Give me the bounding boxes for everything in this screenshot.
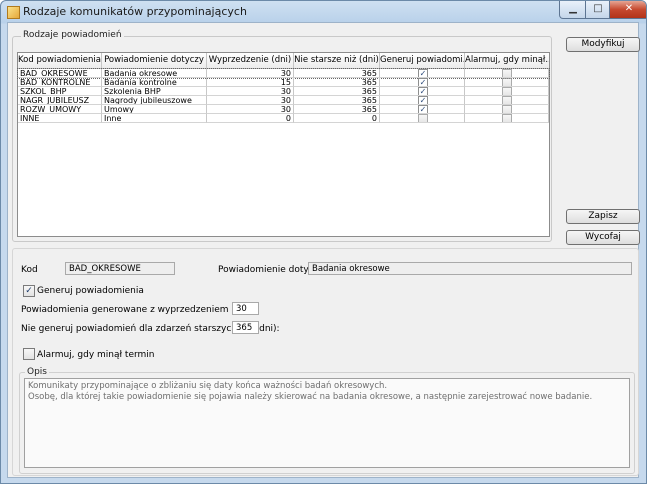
alarm-checkbox-cell[interactable] [502, 78, 512, 86]
cell-advance[interactable]: 15 [207, 78, 294, 87]
cell-advance[interactable]: 0 [207, 114, 294, 123]
cell-max-age[interactable]: 365 [294, 96, 380, 105]
window-title: Rodzaje komunikatów przypominających [23, 5, 247, 18]
advance-label: Powiadomienia generowane z wyprzedzeniem… [21, 305, 256, 315]
cell-code[interactable]: BAD_OKRESOWE [18, 69, 102, 78]
column-header-subject[interactable]: Powiadomienie dotyczy [102, 53, 207, 68]
column-header-alarm[interactable]: Alarmuj, gdy minął... [465, 53, 549, 68]
cell-advance[interactable]: 30 [207, 87, 294, 96]
cell-generate[interactable]: ✓ [380, 87, 465, 96]
cell-max-age[interactable]: 365 [294, 87, 380, 96]
cell-code[interactable]: INNE [18, 114, 102, 123]
close-button[interactable]: ✕ [609, 1, 646, 19]
cell-subject[interactable]: Badania kontrolne [102, 78, 207, 87]
table-row[interactable]: ROZW_UMOWY Umowy 30 365 ✓ [18, 105, 549, 114]
cell-max-age[interactable]: 365 [294, 105, 380, 114]
alarm-checkbox-cell[interactable] [502, 87, 512, 95]
cell-generate[interactable]: ✓ [380, 78, 465, 87]
column-header-max-age[interactable]: Nie starsze niż (dni) [294, 53, 380, 68]
description-line-1: Komunikaty przypominające o zbliżaniu si… [28, 381, 388, 391]
cell-alarm[interactable] [465, 87, 549, 96]
table-row[interactable]: INNE Inne 0 0 [18, 114, 549, 123]
cell-code[interactable]: ROZW_UMOWY [18, 105, 102, 114]
description-title: Opis [25, 367, 49, 377]
cell-alarm[interactable] [465, 105, 549, 114]
cell-generate[interactable]: ✓ [380, 69, 465, 78]
minimize-button[interactable]: ▁ [559, 1, 587, 19]
cell-advance[interactable]: 30 [207, 105, 294, 114]
cell-generate[interactable] [380, 114, 465, 123]
app-icon [7, 6, 20, 19]
cell-subject[interactable]: Badania okresowe [102, 69, 207, 78]
code-field[interactable]: BAD_OKRESOWE [65, 262, 175, 275]
cell-subject[interactable]: Nagrody jubileuszowe [102, 96, 207, 105]
modify-button[interactable]: Modyfikuj [566, 37, 640, 52]
group-title: Rodzaje powiadomień [21, 30, 124, 40]
table-row[interactable]: BAD_KONTROLNE Badania kontrolne 15 365 ✓ [18, 78, 549, 87]
cell-generate[interactable]: ✓ [380, 96, 465, 105]
alarm-checkbox[interactable] [23, 348, 35, 360]
column-header-code[interactable]: Kod powiadomienia [18, 53, 102, 68]
generate-label: Generuj powiadomienia [37, 286, 144, 296]
table-row[interactable]: NAGR_JUBILEUSZ Nagrody jubileuszowe 30 365 ✓ [18, 96, 549, 105]
cell-subject[interactable]: Szkolenia BHP [102, 87, 207, 96]
alarm-label: Alarmuj, gdy minął termin [37, 350, 155, 360]
cell-max-age[interactable]: 0 [294, 114, 380, 123]
max-age-input[interactable]: 365 [232, 321, 259, 334]
cell-max-age[interactable]: 365 [294, 69, 380, 78]
table-header: Kod powiadomienia Powiadomienie dotyczy … [18, 53, 549, 69]
column-header-generate[interactable]: Generuj powiadomi... [380, 53, 465, 68]
advance-input[interactable]: 30 [232, 302, 259, 315]
column-header-advance[interactable]: Wyprzedzenie (dni) [207, 53, 294, 68]
description-textarea[interactable]: Komunikaty przypominające o zbliżaniu si… [24, 378, 630, 468]
generate-checkbox-cell[interactable]: ✓ [418, 96, 428, 104]
description-line-2: Osobę, dla której takie powiadomienie si… [28, 392, 593, 402]
generate-checkbox-cell[interactable]: ✓ [418, 69, 428, 77]
cell-code[interactable]: NAGR_JUBILEUSZ [18, 96, 102, 105]
generate-checkbox[interactable]: ✓ [23, 285, 35, 297]
maximize-button[interactable]: □ [585, 1, 611, 19]
cell-advance[interactable]: 30 [207, 96, 294, 105]
subject-field[interactable]: Badania okresowe [308, 262, 632, 275]
alarm-checkbox-cell[interactable] [502, 105, 512, 113]
generate-checkbox-cell[interactable]: ✓ [418, 105, 428, 113]
cell-subject[interactable]: Umowy [102, 105, 207, 114]
alarm-checkbox-cell[interactable] [502, 69, 512, 77]
alarm-checkbox-cell[interactable] [502, 96, 512, 104]
cell-code[interactable]: BAD_KONTROLNE [18, 78, 102, 87]
table-row[interactable]: SZKOL_BHP Szkolenia BHP 30 365 ✓ [18, 87, 549, 96]
cell-alarm[interactable] [465, 96, 549, 105]
alarm-checkbox-cell[interactable] [502, 114, 512, 122]
table-row[interactable]: BAD_OKRESOWE Badania okresowe 30 365 ✓ [17, 68, 550, 79]
cell-code[interactable]: SZKOL_BHP [18, 87, 102, 96]
cell-alarm[interactable] [465, 114, 549, 123]
cell-generate[interactable]: ✓ [380, 105, 465, 114]
generate-checkbox-cell[interactable]: ✓ [418, 78, 428, 86]
generate-checkbox-cell[interactable] [418, 114, 428, 122]
cell-alarm[interactable] [465, 78, 549, 87]
generate-checkbox-cell[interactable]: ✓ [418, 87, 428, 95]
title-bar[interactable]: Rodzaje komunikatów przypominających ▁ □… [1, 1, 646, 23]
cell-subject[interactable]: Inne [102, 114, 207, 123]
notification-types-table[interactable]: Kod powiadomienia Powiadomienie dotyczy … [17, 52, 550, 237]
cell-advance[interactable]: 30 [207, 69, 294, 78]
cancel-button[interactable]: Wycofaj [566, 230, 640, 245]
code-label: Kod [21, 265, 38, 275]
save-button[interactable]: Zapisz [566, 209, 640, 224]
cell-max-age[interactable]: 365 [294, 78, 380, 87]
cell-alarm[interactable] [465, 69, 549, 78]
